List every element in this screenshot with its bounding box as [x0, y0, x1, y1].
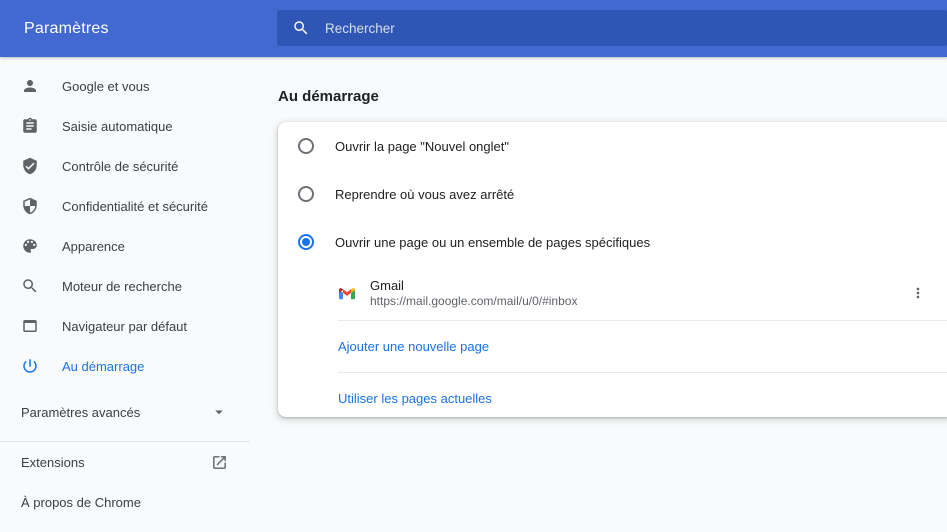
power-icon [21, 357, 39, 375]
section-title: Au démarrage [278, 88, 379, 105]
radio-label: Ouvrir la page "Nouvel onglet" [335, 139, 509, 154]
radio-button[interactable] [298, 186, 314, 202]
sidebar-item-label: Confidentialité et sécurité [62, 199, 208, 214]
radio-continue-where-left-off[interactable]: Reprendre où vous avez arrêté [278, 170, 947, 218]
more-vert-icon[interactable] [906, 281, 930, 305]
use-current-pages-label: Utiliser les pages actuelles [338, 391, 492, 406]
radio-open-specific-pages[interactable]: Ouvrir une page ou un ensemble de pages … [278, 218, 947, 266]
use-current-pages-button[interactable]: Utiliser les pages actuelles [278, 373, 947, 424]
sidebar-item-default-browser[interactable]: Navigateur par défaut [0, 306, 250, 346]
browser-window-icon [21, 317, 39, 335]
gmail-icon [339, 285, 355, 301]
sidebar-item-label: Apparence [62, 239, 125, 254]
add-new-page-button[interactable]: Ajouter une nouvelle page [278, 321, 947, 372]
radio-button[interactable] [298, 138, 314, 154]
add-new-page-label: Ajouter une nouvelle page [338, 339, 489, 354]
top-toolbar: Paramètres Rechercher [0, 0, 947, 57]
radio-label: Reprendre où vous avez arrêté [335, 187, 514, 202]
security-shield-icon [21, 197, 39, 215]
sidebar-item-startup[interactable]: Au démarrage [0, 346, 250, 386]
radio-button-checked[interactable] [298, 234, 314, 250]
shield-check-icon [21, 157, 39, 175]
sidebar-item-about[interactable]: À propos de Chrome [0, 482, 250, 522]
page-entry-title: Gmail [370, 278, 577, 294]
search-icon [292, 19, 310, 37]
search-input[interactable]: Rechercher [277, 10, 947, 46]
clipboard-icon [21, 117, 39, 135]
startup-card: Ouvrir la page "Nouvel onglet" Reprendre… [278, 122, 947, 417]
sidebar-item-appearance[interactable]: Apparence [0, 226, 250, 266]
radio-label: Ouvrir une page ou un ensemble de pages … [335, 235, 650, 250]
page-title: Paramètres [24, 0, 109, 57]
search-placeholder: Rechercher [325, 21, 395, 36]
chevron-down-icon [210, 403, 228, 421]
extensions-label: Extensions [21, 455, 85, 470]
sidebar-item-label: Au démarrage [62, 359, 144, 374]
sidebar-item-privacy[interactable]: Confidentialité et sécurité [0, 186, 250, 226]
sidebar-item-google[interactable]: Google et vous [0, 66, 250, 106]
search-icon [21, 277, 39, 295]
sidebar-item-autofill[interactable]: Saisie automatique [0, 106, 250, 146]
settings-sidebar: Google et vous Saisie automatique Contrô… [0, 57, 250, 522]
sidebar-item-label: Saisie automatique [62, 119, 173, 134]
sidebar-item-label: Navigateur par défaut [62, 319, 187, 334]
external-link-icon [211, 454, 228, 471]
person-icon [21, 77, 39, 95]
sidebar-item-label: Google et vous [62, 79, 149, 94]
radio-open-new-tab-page[interactable]: Ouvrir la page "Nouvel onglet" [278, 122, 947, 170]
sidebar-item-search-engine[interactable]: Moteur de recherche [0, 266, 250, 306]
page-entry-url: https://mail.google.com/mail/u/0/#inbox [370, 294, 577, 309]
advanced-label: Paramètres avancés [21, 405, 140, 420]
sidebar-item-label: Contrôle de sécurité [62, 159, 178, 174]
sidebar-item-extensions[interactable]: Extensions [0, 442, 250, 482]
sidebar-item-safety-check[interactable]: Contrôle de sécurité [0, 146, 250, 186]
sidebar-item-label: Moteur de recherche [62, 279, 182, 294]
about-label: À propos de Chrome [21, 495, 141, 510]
startup-page-row-gmail: Gmail https://mail.google.com/mail/u/0/#… [278, 266, 947, 320]
sidebar-advanced-toggle[interactable]: Paramètres avancés [0, 392, 250, 432]
palette-icon [21, 237, 39, 255]
